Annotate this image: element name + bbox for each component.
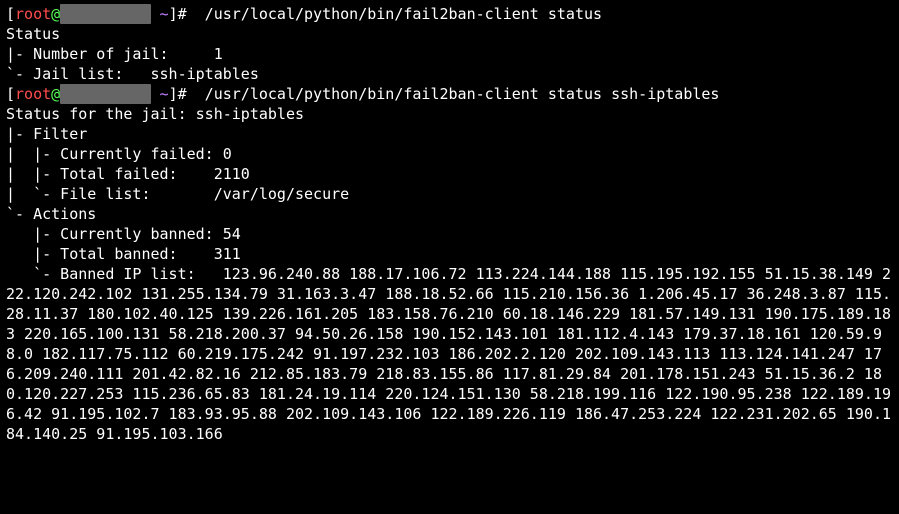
prompt-host-masked	[60, 4, 150, 24]
banned-list-label: `- Banned IP list:	[6, 265, 196, 283]
prompt-at: @	[51, 5, 60, 23]
banned-list-value: 123.96.240.88 188.17.106.72 113.224.144.…	[6, 265, 891, 443]
cur-banned-label: |- Currently banned:	[6, 225, 214, 243]
prompt-cwd: ~	[160, 85, 169, 103]
prompt-line-2[interactable]: [root@ ~]# /usr/local/python/bin/fail2ba…	[6, 85, 719, 103]
num-jail-label: |- Number of jail:	[6, 45, 169, 63]
bracket-open: [	[6, 5, 15, 23]
prompt-end: ]#	[169, 5, 187, 23]
terminal-output: [root@ ~]# /usr/local/python/bin/fail2ba…	[0, 0, 899, 450]
command-1: /usr/local/python/bin/fail2ban-client st…	[196, 5, 602, 23]
prompt-line-1[interactable]: [root@ ~]# /usr/local/python/bin/fail2ba…	[6, 5, 602, 23]
tot-banned-value: 311	[178, 245, 241, 263]
prompt-host-masked	[60, 84, 150, 104]
jail-list-value: ssh-iptables	[123, 65, 258, 83]
cur-banned-value: 54	[214, 225, 241, 243]
cur-failed-value: 0	[214, 145, 232, 163]
prompt-cwd: ~	[160, 5, 169, 23]
bracket-open: [	[6, 85, 15, 103]
tot-failed-value: 2110	[178, 165, 250, 183]
tot-failed-label: | |- Total failed:	[6, 165, 178, 183]
jail-status-header: Status for the jail: ssh-iptables	[6, 105, 304, 123]
actions-label: `- Actions	[6, 205, 96, 223]
command-2: /usr/local/python/bin/fail2ban-client st…	[196, 85, 720, 103]
filter-label: |- Filter	[6, 125, 87, 143]
prompt-user: root	[15, 5, 51, 23]
file-list-label: | `- File list:	[6, 185, 151, 203]
prompt-at: @	[51, 85, 60, 103]
tot-banned-label: |- Total banned:	[6, 245, 178, 263]
jail-list-label: `- Jail list:	[6, 65, 123, 83]
prompt-user: root	[15, 85, 51, 103]
status-header: Status	[6, 25, 60, 43]
num-jail-value: 1	[169, 45, 223, 63]
cur-failed-label: | |- Currently failed:	[6, 145, 214, 163]
prompt-end: ]#	[169, 85, 187, 103]
file-list-value: /var/log/secure	[151, 185, 350, 203]
